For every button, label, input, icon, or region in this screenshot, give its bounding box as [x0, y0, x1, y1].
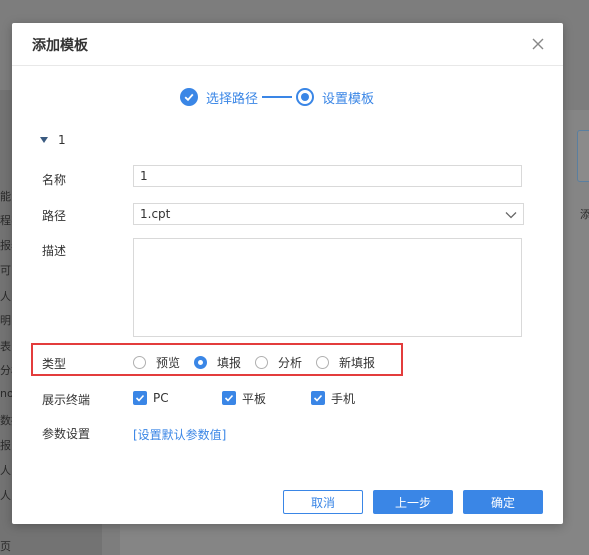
cancel-button[interactable]: 取消 — [283, 490, 363, 514]
caret-down-icon — [40, 137, 48, 143]
background-sidebar-text: 页 — [0, 540, 11, 553]
terminal-option-pc[interactable]: PC — [133, 391, 222, 405]
type-option-new-fill[interactable]: 新填报 — [316, 354, 375, 371]
radio-button[interactable] — [133, 355, 146, 369]
check-circle-icon — [180, 88, 198, 106]
radio-label: 填报 — [217, 355, 242, 370]
name-label: 名称 — [42, 173, 67, 187]
step-set-template: 设置模板 — [296, 88, 374, 107]
background-sidebar-text: 明 — [0, 314, 11, 327]
step-choose-path: 选择路径 — [180, 88, 258, 107]
radio-button[interactable] — [316, 355, 330, 369]
checkbox[interactable] — [311, 391, 325, 405]
checkbox-label: 手机 — [331, 391, 356, 406]
radio-label: 新填报 — [339, 355, 376, 370]
checkbox-label: PC — [153, 391, 169, 405]
background-right-text: 添 — [580, 208, 589, 221]
description-label: 描述 — [42, 244, 67, 258]
radio-button[interactable] — [255, 355, 269, 369]
background-sidebar-text: 能 — [0, 190, 11, 203]
chevron-down-icon — [505, 209, 517, 223]
radio-label: 分析 — [278, 355, 303, 370]
terminal-option-phone[interactable]: 手机 — [311, 390, 355, 407]
section-label: 1 — [58, 133, 66, 147]
background-sidebar-text: 人 — [0, 464, 11, 477]
background-sidebar-text: 人 — [0, 489, 11, 502]
step-label: 选择路径 — [206, 91, 259, 107]
path-select-value: 1.cpt — [140, 207, 171, 221]
type-radio-group: 预览 填报 分析 新填报 — [133, 353, 389, 371]
previous-step-button[interactable]: 上一步 — [373, 490, 453, 514]
add-template-dialog: 添加模板 选择路径 设置模板 1 名称 路径 1.cpt 描述 类型 — [12, 23, 563, 524]
background-sidebar-text: 可 — [0, 264, 11, 277]
dialog-header: 添加模板 — [12, 23, 563, 66]
checkbox-label: 平板 — [242, 391, 267, 406]
step-connector — [262, 96, 293, 98]
close-icon[interactable] — [529, 35, 547, 53]
checkbox[interactable] — [222, 391, 236, 405]
background-card — [577, 130, 589, 182]
background-sidebar-text: 报 — [0, 439, 11, 452]
terminal-label: 展示终端 — [42, 393, 91, 407]
path-label: 路径 — [42, 209, 67, 223]
terminal-checkbox-group: PC 平板 手机 — [133, 390, 355, 406]
radio-label: 预览 — [156, 355, 181, 370]
background-sidebar-text: 表 — [0, 340, 11, 353]
step-label: 设置模板 — [322, 91, 375, 107]
path-select[interactable]: 1.cpt — [133, 203, 524, 225]
terminal-option-tablet[interactable]: 平板 — [222, 390, 311, 407]
confirm-button[interactable]: 确定 — [463, 490, 543, 514]
dialog-title: 添加模板 — [32, 38, 88, 54]
type-label: 类型 — [42, 357, 67, 371]
description-textarea[interactable] — [133, 238, 522, 337]
type-option-fill[interactable]: 填报 — [194, 354, 241, 371]
type-option-analysis[interactable]: 分析 — [255, 354, 302, 371]
background-sidebar-text: 人 — [0, 290, 11, 303]
type-option-preview[interactable]: 预览 — [133, 354, 180, 371]
set-default-params-link[interactable]: [设置默认参数值] — [133, 426, 226, 443]
param-label: 参数设置 — [42, 427, 91, 441]
current-step-icon — [296, 88, 315, 106]
section-toggle[interactable]: 1 — [40, 133, 66, 147]
radio-button[interactable] — [194, 355, 208, 369]
name-input[interactable] — [133, 165, 522, 187]
stepper: 选择路径 设置模板 — [180, 87, 374, 107]
checkbox[interactable] — [133, 391, 147, 405]
